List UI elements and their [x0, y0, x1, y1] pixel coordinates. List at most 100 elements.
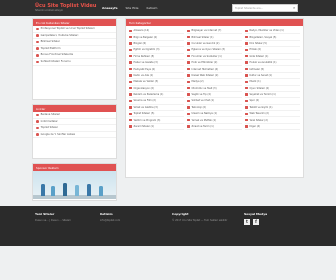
folder-icon — [187, 106, 190, 109]
category-label: Hobi ve Etkinlikler (2) — [191, 61, 218, 65]
list-item[interactable]: Bonus Frontinal Sitelerde — [33, 52, 116, 59]
folder-icon — [187, 55, 190, 58]
folder-icon — [245, 48, 248, 52]
category-label: Cocuklar ve Genclik (2) — [191, 41, 220, 45]
category-label: Oyun Siteleri (2) — [249, 86, 270, 90]
folder-icon — [245, 67, 248, 71]
category-label: Saglik ve Tip (4) — [191, 93, 211, 97]
category-label: Sinema ve Film (2) — [133, 99, 156, 103]
category-label: Medya (2) — [191, 80, 204, 84]
category-label: Radyo, Muzikler ve Video (1) — [249, 29, 284, 33]
category-label: Bloglar (6) — [133, 41, 147, 45]
category-label: Sohbet ve Chat (1) — [191, 99, 215, 103]
main-nav: Anasayfa Site Ekle Iletisim — [102, 6, 157, 10]
list-item[interactable]: Toplist Platform — [33, 46, 116, 53]
category-label: Egitim ve Ogretim (3) — [133, 48, 160, 52]
folder-icon — [187, 80, 190, 84]
top-navbar: Ücu Site Toplist Videu Sitenizi ucretsiz… — [0, 0, 336, 16]
list-item[interactable]: Toplist Siteler — [33, 125, 116, 132]
list-item[interactable]: Garipsiteleri, Youtube Siteleri — [33, 33, 116, 40]
folder-icon — [245, 112, 248, 115]
bullet-icon — [36, 40, 39, 44]
folder-icon — [187, 61, 190, 64]
folder-icon — [245, 42, 248, 45]
folder-icon — [187, 112, 190, 115]
footer-email[interactable]: info@toplist.com — [100, 219, 120, 222]
folder-icon — [245, 106, 248, 109]
panel-title: Tum Kategoriler — [126, 19, 303, 26]
folder-icon — [245, 29, 248, 32]
site-footer: Yeni Siteler Dusun ve... | Dusun ... Sit… — [0, 206, 336, 246]
folder-icon — [129, 67, 132, 71]
folder-icon — [187, 74, 190, 77]
page-bottom-spacer — [0, 246, 336, 280]
footer-text[interactable]: Dusun ve... | Dusun ... Siteleri — [35, 219, 71, 222]
category-label: Reklam ve Pazarlama (1) — [133, 93, 164, 97]
category-label: Firma Rehberi (5) — [133, 54, 155, 58]
category-label: Bilgisayar ve Internet (7) — [191, 29, 222, 33]
footer-col-social: Sosyal Medya t f — [244, 212, 267, 225]
bullet-icon — [36, 113, 39, 117]
folder-icon — [187, 48, 190, 52]
links-list: Bedava Siteleri Indirimsitalar Toplist Sit… — [33, 112, 116, 139]
categories-grid: Alisveris (12) Bilgisayar ve Internet (7)… — [126, 26, 303, 132]
twitter-icon[interactable]: t — [244, 219, 250, 225]
folder-icon — [187, 99, 190, 103]
facebook-icon[interactable]: f — [252, 219, 259, 225]
list-item[interactable]: Bilimsel Siteler — [33, 39, 116, 46]
list-item-label: Sohbet Odalari Forumu — [40, 59, 71, 63]
category-label: Forumlar ve Sozlukler (1) — [191, 54, 222, 58]
category-label: Otomotiv ve Tasit (3) — [191, 86, 217, 90]
folder-icon — [129, 125, 132, 128]
category-label: Makale ve Yazilar (3) — [133, 80, 159, 84]
ad-figure — [41, 184, 45, 196]
panel-title: Sponsor Reklam — [33, 164, 116, 171]
folder-icon — [187, 42, 190, 45]
bullet-icon — [36, 53, 39, 57]
list-item-label: Garipsiteleri, Youtube Siteleri — [40, 33, 79, 37]
copyright-text: © 2017 Ucu Site Toplist — Tum haklari sa… — [172, 219, 228, 222]
category-label: Organizasyon (2) — [133, 86, 155, 90]
category-label: Kisisel Web Siteleri (2) — [191, 73, 219, 77]
category-link[interactable]: Diger (4) — [245, 124, 300, 131]
list-item-label: Indirimsitalar — [40, 119, 58, 123]
category-label: Yemek ve Mutfak (1) — [191, 118, 217, 122]
folder-icon — [245, 61, 248, 64]
category-label: Diger (4) — [249, 125, 261, 129]
list-item[interactable]: Sohbet Odalari Forumu — [33, 59, 116, 66]
list-item[interactable]: Bedava Siteleri — [33, 112, 116, 119]
ad-figure — [51, 186, 55, 196]
folder-icon — [187, 35, 190, 39]
category-link[interactable]: Zararli Siteler (1) — [129, 124, 184, 131]
folder-icon — [129, 118, 132, 122]
popular-sites-panel: En cok Kullanilan Siteler Profesyonel To… — [32, 18, 117, 100]
list-item[interactable]: Indirimsitalar — [33, 119, 116, 126]
search-icon[interactable]: ⌕ — [293, 5, 334, 10]
category-label: Ziraat ve Tarim (1) — [191, 125, 214, 129]
category-label: Alisveris (12) — [133, 29, 150, 33]
list-item[interactable]: Profesyonel Toplist ve Ucuz Toplist Site… — [33, 26, 116, 33]
bullet-icon — [36, 126, 39, 130]
search-input[interactable]: Toplist Sitelerde ara... — [232, 4, 298, 12]
list-item-label: Bilimsel Siteler — [40, 40, 60, 44]
footer-heading: Iletisim — [100, 212, 113, 216]
nav-contact[interactable]: Iletisim — [147, 6, 158, 10]
category-label: Zararli Siteler (1) — [133, 125, 154, 129]
category-link[interactable]: Ziraat ve Tarim (1) — [187, 124, 242, 131]
footer-heading: Sosyal Medya — [244, 212, 268, 216]
footer-heading: Copyright — [172, 212, 189, 216]
folder-icon — [245, 35, 248, 39]
category-label: Emlak (2) — [249, 48, 262, 52]
nav-add-site[interactable]: Site Ekle — [126, 6, 139, 10]
sponsor-image[interactable] — [33, 171, 116, 199]
footer-col-copyright: Copyright © 2017 Ucu Site Toplist — Tum … — [172, 212, 227, 222]
list-item[interactable]: Google ile Y. Siniflar Listesi — [33, 132, 116, 139]
footer-col-contact: Iletisim info@toplist.com — [100, 212, 120, 222]
bullet-icon — [36, 120, 39, 123]
nav-home[interactable]: Anasayfa — [102, 6, 118, 10]
category-label: Yerel Siteler (2) — [249, 118, 268, 122]
popular-sites-list: Profesyonel Toplist ve Ucuz Toplist Site… — [33, 26, 116, 66]
folder-icon — [187, 67, 190, 71]
folder-icon — [129, 55, 132, 58]
bullet-icon — [36, 27, 39, 31]
